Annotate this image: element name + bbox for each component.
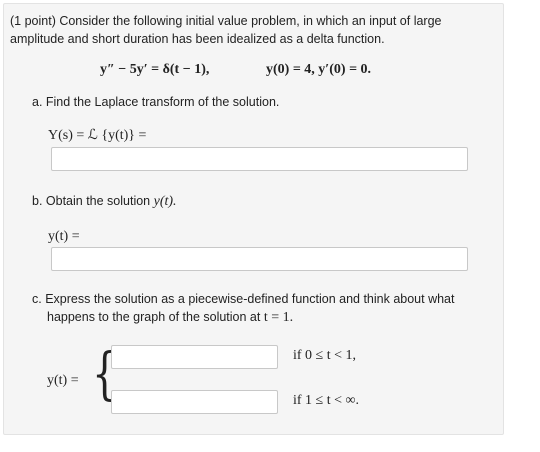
case-1-answer-input[interactable] xyxy=(111,345,278,369)
part-a-label: Y(s) = ℒ {y(t)} = xyxy=(48,128,147,143)
part-c-prompt-line-2: happens to the graph of the solution at … xyxy=(47,308,293,327)
part-c-prompt-line-1: c. Express the solution as a piecewise-d… xyxy=(32,292,455,306)
intro-line-1: (1 point) Consider the following initial… xyxy=(10,14,442,28)
part-c-label: y(t) = xyxy=(47,373,79,388)
initial-conditions: y(0) = 4, y′(0) = 0. xyxy=(266,62,372,77)
part-b-answer-input[interactable] xyxy=(51,247,468,271)
part-b-label: y(t) = xyxy=(48,229,80,244)
part-c-prompt-math: t = 1. xyxy=(263,310,294,325)
part-a-prompt: a. Find the Laplace transform of the sol… xyxy=(32,95,280,109)
part-b-prompt: b. Obtain the solution y(t). xyxy=(32,192,177,211)
part-a-answer-input[interactable] xyxy=(51,147,468,171)
intro-line-2: amplitude and short duration has been id… xyxy=(10,32,385,46)
part-b-prompt-text: b. Obtain the solution xyxy=(32,194,151,208)
case-1-condition: if 0 ≤ t < 1, xyxy=(293,348,357,363)
case-2-answer-input[interactable] xyxy=(111,390,278,414)
case-2-condition: if 1 ≤ t < ∞. xyxy=(293,393,360,408)
part-b-prompt-math: y(t). xyxy=(153,194,177,209)
ode-equation: y″ − 5y′ = δ(t − 1), xyxy=(100,62,210,77)
problem-card xyxy=(3,3,504,435)
part-c-prompt-text: happens to the graph of the solution at xyxy=(47,310,261,324)
